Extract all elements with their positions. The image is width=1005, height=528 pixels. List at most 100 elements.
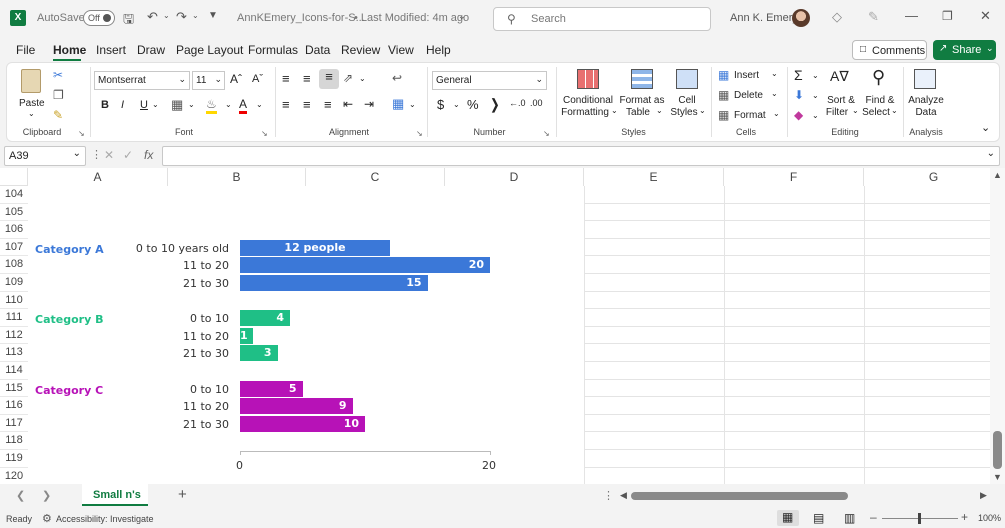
chevron-down-icon[interactable]: ⌄ [188, 100, 195, 109]
autosum-icon[interactable]: Σ [794, 67, 803, 83]
expand-formula-icon[interactable]: ⌄ [987, 148, 995, 159]
menu-home[interactable]: Home [53, 43, 86, 57]
more-options-icon[interactable]: ⋮ [603, 489, 614, 502]
chevron-down-icon[interactable]: ⌄ [256, 100, 263, 109]
decrease-decimal-icon[interactable]: .00 [530, 98, 543, 108]
scroll-up-icon[interactable]: ▲ [993, 170, 1002, 180]
menu-review[interactable]: Review [341, 43, 380, 57]
chevron-down-icon[interactable]: ⌄ [812, 91, 819, 100]
font-color-icon[interactable]: A [239, 97, 248, 114]
comments-button[interactable]: □ Comments [852, 40, 927, 60]
font-name-select[interactable]: Montserrat ⌄ [94, 71, 190, 90]
menu-data[interactable]: Data [305, 43, 330, 57]
align-middle-icon[interactable]: ≡ [303, 71, 311, 86]
increase-indent-icon[interactable]: ⇥ [364, 97, 374, 111]
dialog-launcher-icon[interactable]: ↘ [543, 129, 550, 138]
diamond-icon[interactable]: ◇ [832, 9, 842, 25]
share-button[interactable]: ↗ Share ⌄ [933, 40, 996, 60]
row-header[interactable]: 110 [0, 291, 28, 310]
redo-icon[interactable]: ↷ [176, 9, 187, 25]
chevron-down-icon[interactable]: ⌄ [453, 100, 460, 109]
collapse-ribbon-icon[interactable]: ⌄ [981, 121, 990, 134]
user-name[interactable]: Ann K. Emery [730, 12, 798, 24]
insert-cells-button[interactable]: ▦ Insert ⌄ [716, 67, 778, 85]
chevron-down-icon[interactable]: ⌄ [409, 100, 416, 109]
avatar[interactable] [792, 9, 810, 27]
increase-decimal-icon[interactable]: ←.0 [509, 98, 526, 108]
zoom-slider-thumb[interactable] [918, 513, 921, 524]
percent-icon[interactable]: % [467, 97, 479, 112]
redo-dropdown-icon[interactable]: ⌄ [192, 11, 199, 20]
row-header[interactable]: 118 [0, 432, 28, 450]
row-header[interactable]: 119 [0, 450, 28, 468]
chevron-down-icon[interactable]: ⌄ [812, 71, 819, 80]
vertical-scrollbar[interactable]: ▲ ▼ [990, 168, 1005, 484]
zoom-level[interactable]: 100% [978, 513, 1001, 523]
align-center-icon[interactable]: ≡ [303, 97, 311, 112]
page-break-view-icon[interactable]: ▥ [844, 511, 855, 525]
more-options-icon[interactable]: ⋮ [91, 148, 102, 161]
font-size-select[interactable]: 11 ⌄ [192, 71, 225, 90]
next-sheet-icon[interactable]: ❯ [42, 489, 51, 502]
undo-icon[interactable]: ↶ [147, 9, 158, 25]
row-header[interactable]: 114 [0, 362, 28, 380]
scroll-thumb[interactable] [993, 431, 1002, 469]
row-header[interactable]: 111 [0, 309, 28, 327]
dialog-launcher-icon[interactable]: ↘ [261, 129, 268, 138]
menu-draw[interactable]: Draw [137, 43, 165, 57]
menu-view[interactable]: View [388, 43, 414, 57]
align-top-icon[interactable]: ≡ [282, 71, 290, 86]
column-header[interactable]: G [864, 168, 1004, 186]
accessibility-icon[interactable]: ⚙ [42, 512, 52, 525]
conditional-formatting-button[interactable]: Conditional Formatting ⌄ [560, 67, 618, 123]
analyze-data-button[interactable]: Analyze Data [906, 67, 946, 123]
file-name[interactable]: AnnKEmery_Icons-for-S... [237, 12, 365, 24]
decrease-indent-icon[interactable]: ⇤ [343, 97, 353, 111]
row-header[interactable]: 107 [0, 238, 28, 257]
undo-dropdown-icon[interactable]: ⌄ [163, 11, 170, 20]
last-modified[interactable]: • Last Modified: 4m ago [354, 12, 469, 24]
bold-icon[interactable]: B [101, 99, 109, 111]
column-header[interactable]: E [584, 168, 724, 186]
italic-icon[interactable]: I [121, 99, 124, 111]
orientation-icon[interactable]: ⇗ [343, 71, 353, 85]
row-header[interactable]: 116 [0, 397, 28, 415]
scroll-left-icon[interactable]: ◀ [620, 490, 627, 501]
menu-help[interactable]: Help [426, 43, 451, 57]
autosave-toggle[interactable]: Off [83, 10, 115, 26]
chevron-down-icon[interactable]: ⌄ [225, 100, 232, 109]
column-header[interactable]: C [306, 168, 445, 186]
menu-file[interactable]: File [16, 43, 35, 57]
clear-icon[interactable]: ◆ [794, 108, 803, 122]
worksheet-grid[interactable]: ABCDEFG 104 105 106 107 108 109 110 111 112 113 11… [0, 168, 1005, 484]
find-select-button[interactable]: ⚲ Find & Select ⌄ [862, 67, 898, 123]
delete-cells-button[interactable]: ▦ Delete ⌄ [716, 87, 778, 105]
row-header[interactable]: 113 [0, 344, 28, 362]
row-header[interactable]: 112 [0, 326, 28, 345]
currency-icon[interactable]: $ [437, 97, 444, 112]
formula-input[interactable]: ⌄ [162, 146, 1000, 166]
pen-icon[interactable]: ✎ [868, 9, 879, 25]
row-header[interactable]: 109 [0, 274, 28, 292]
row-header[interactable]: 108 [0, 256, 28, 274]
column-header[interactable]: A [28, 168, 168, 186]
format-painter-icon[interactable]: ✎ [53, 108, 63, 122]
menu-insert[interactable]: Insert [96, 43, 126, 57]
name-box[interactable]: A39 ⌄ [4, 146, 86, 166]
underline-icon[interactable]: U [140, 99, 148, 111]
select-all-corner[interactable] [0, 168, 28, 186]
add-sheet-icon[interactable]: + [178, 486, 187, 503]
bar-chart[interactable]: Category A 0 to 10 years old 12 people 11 t… [28, 186, 518, 484]
column-header[interactable]: D [445, 168, 584, 186]
column-header[interactable]: F [724, 168, 864, 186]
zoom-slider[interactable] [882, 513, 958, 524]
zoom-in-icon[interactable]: + [961, 510, 968, 524]
cancel-icon[interactable]: ✕ [104, 148, 114, 162]
format-cells-button[interactable]: ▦ Format ⌄ [716, 107, 780, 125]
scroll-down-icon[interactable]: ▼ [993, 472, 1002, 482]
row-header[interactable]: 106 [0, 221, 28, 239]
restore-icon[interactable]: ❐ [942, 9, 953, 23]
column-header[interactable]: B [168, 168, 306, 186]
horizontal-scroll-thumb[interactable] [631, 492, 848, 500]
cell-styles-button[interactable]: Cell Styles ⌄ [667, 67, 707, 123]
